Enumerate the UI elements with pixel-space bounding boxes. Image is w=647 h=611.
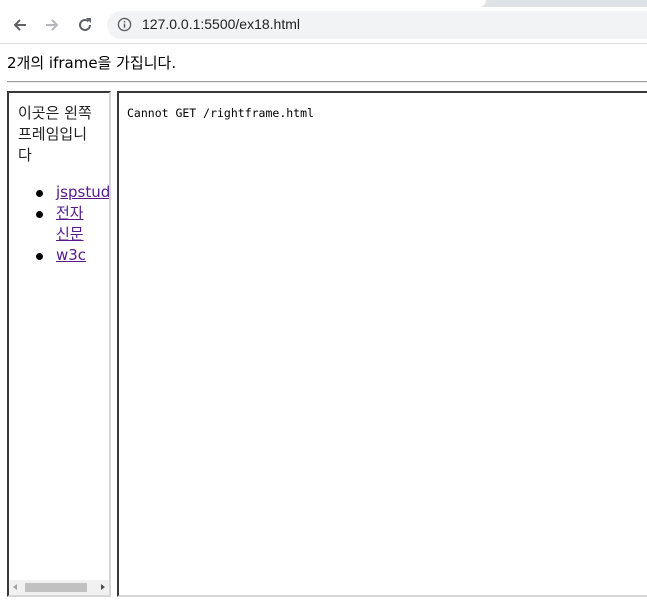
forward-button[interactable] [38,11,66,39]
reload-icon [79,18,91,31]
info-circle-icon[interactable] [117,17,132,36]
w3c-link[interactable]: w3c [56,246,86,264]
error-message: Cannot GET /rightframe.html [127,106,314,120]
etnews-link[interactable]: 전자신문 [56,204,84,243]
horizontal-rule [7,81,647,83]
scroll-right-icon[interactable] [101,584,105,590]
back-button[interactable] [6,11,34,39]
list-item: w3c [36,245,109,266]
tab-strip [0,0,647,7]
browser-toolbar: 127.0.0.1:5500/ex18.html [0,7,647,44]
left-frame-heading: 이곳은 왼쪽 프레임입니다 [18,104,92,164]
address-bar[interactable]: 127.0.0.1:5500/ex18.html [107,11,647,39]
url-text[interactable]: 127.0.0.1:5500/ex18.html [142,16,300,32]
page-intro-text: 2개의 iframe을 가집니다. [7,54,177,72]
list-item: jspstudy [36,182,109,203]
link-list: jspstudy 전자신문 w3c [9,182,109,266]
horizontal-scrollbar[interactable] [9,580,109,595]
reload-button[interactable] [71,11,99,39]
jspstudy-link[interactable]: jspstudy [56,183,109,201]
list-item: 전자신문 [36,203,92,245]
scroll-left-icon[interactable] [13,584,17,590]
arrow-right-icon [46,19,59,31]
right-iframe[interactable]: Cannot GET /rightframe.html [117,91,647,597]
active-tab[interactable] [0,0,486,7]
scrollbar-thumb[interactable] [25,583,87,592]
left-iframe[interactable]: 이곳은 왼쪽 프레임입니다 jspstudy 전자신문 w3c [7,91,111,597]
arrow-left-icon [13,19,26,31]
